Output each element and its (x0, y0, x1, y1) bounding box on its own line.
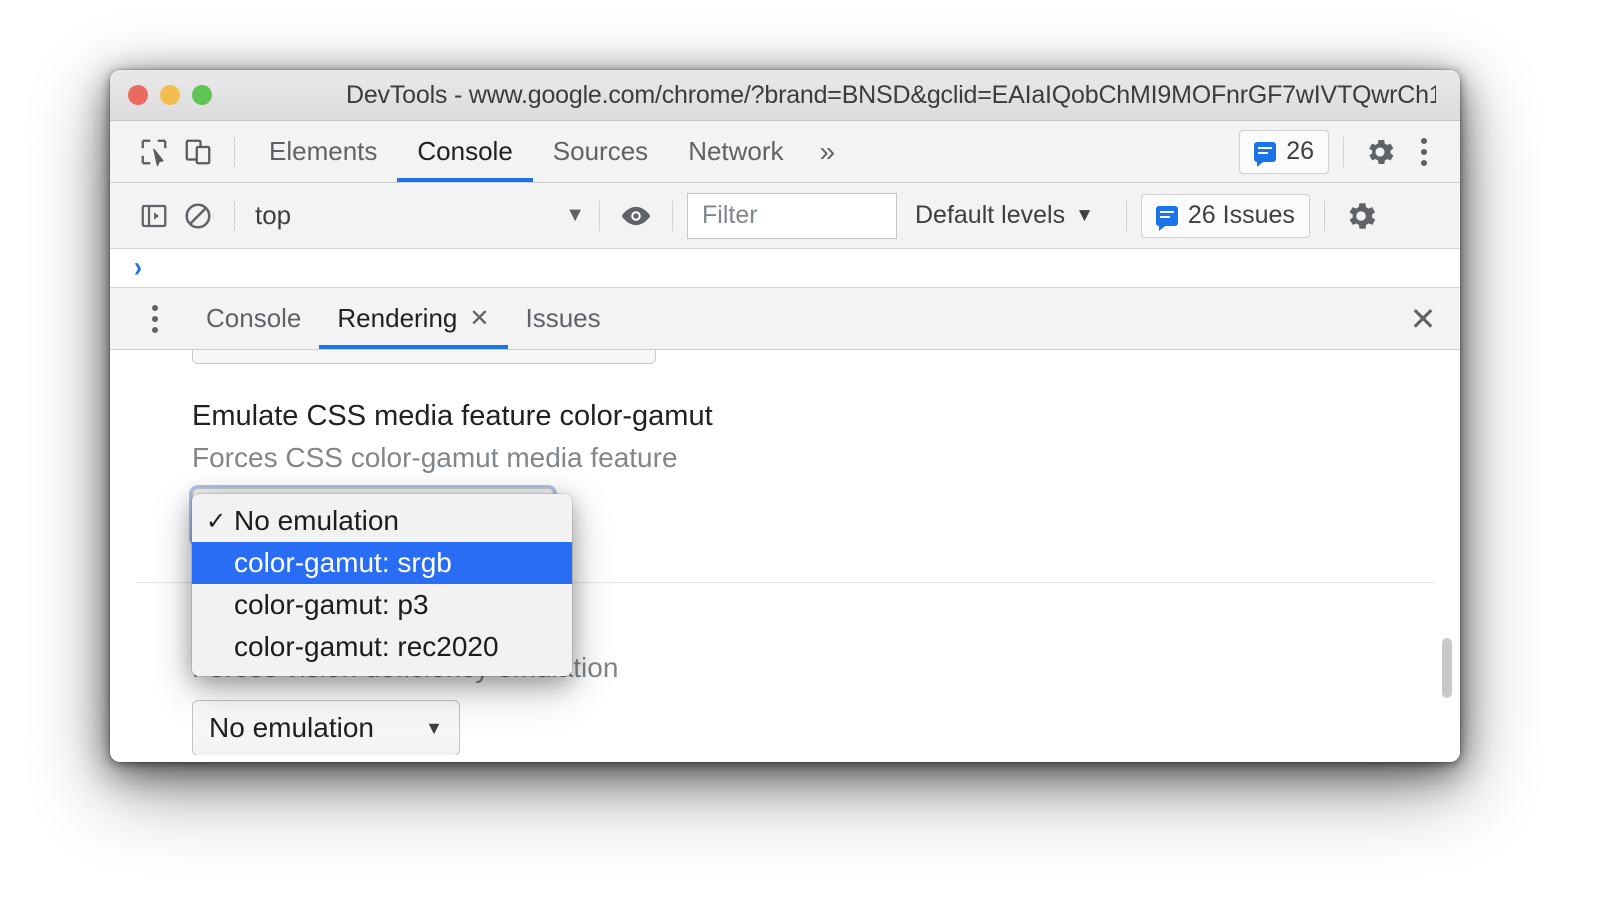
color-gamut-dropdown-menu[interactable]: ✓ No emulation color-gamut: srgb color-g… (192, 494, 572, 676)
drawer-tab-rendering-label: Rendering (337, 303, 458, 333)
tab-elements-label: Elements (269, 136, 378, 166)
tab-console[interactable]: Console (397, 121, 534, 182)
color-gamut-setting-subtitle: Forces CSS color-gamut media feature (192, 442, 678, 473)
execution-context-select[interactable]: top ▼ (249, 200, 585, 231)
dropdown-option-srgb[interactable]: color-gamut: srgb (192, 542, 572, 584)
panel-scrollbar-thumb[interactable] (1442, 638, 1452, 698)
log-levels-label: Default levels (915, 201, 1066, 229)
filterbar-divider-4 (1125, 200, 1127, 231)
issues-bubble-icon (1254, 141, 1277, 167)
execution-context-value: top (255, 200, 292, 230)
toolbar-divider-2 (1343, 136, 1344, 167)
dropdown-option-p3[interactable]: color-gamut: p3 (192, 584, 572, 626)
dropdown-option-label: color-gamut: srgb (234, 547, 452, 578)
device-toolbar-icon[interactable] (176, 130, 220, 174)
tab-elements[interactable]: Elements (249, 121, 397, 182)
traffic-light-buttons (128, 85, 212, 105)
tab-network[interactable]: Network (668, 121, 803, 182)
clear-console-icon[interactable] (176, 194, 220, 238)
issues-button[interactable]: 26 Issues (1140, 193, 1310, 238)
prompt-arrow-icon: › (134, 251, 142, 284)
issues-bubble-icon (1155, 205, 1178, 231)
console-prompt[interactable]: › (110, 249, 1460, 288)
filterbar-divider-3 (672, 200, 673, 231)
vision-deficiency-select-value: No emulation (209, 712, 374, 743)
more-tabs-label: » (819, 135, 836, 167)
check-icon: ✓ (206, 507, 227, 535)
dropdown-option-no-emulation[interactable]: ✓ No emulation (192, 500, 572, 542)
color-gamut-setting-title: Emulate CSS media feature color-gamut (192, 400, 713, 432)
issues-count-label: 26 (1286, 137, 1314, 165)
chevron-down-icon: ▼ (565, 204, 585, 226)
tab-sources-label: Sources (552, 136, 649, 166)
drawer-tab-issues-label: Issues (525, 303, 601, 333)
filter-placeholder: Filter (702, 201, 758, 229)
tab-console-label: Console (417, 136, 513, 166)
screenshot-root: DevTools - www.google.com/chrome/?brand=… (0, 0, 1598, 924)
tab-network-label: Network (688, 136, 784, 166)
panel-scrollbar[interactable] (1440, 350, 1456, 755)
console-sidebar-icon[interactable] (132, 194, 176, 238)
console-filter-toolbar: top ▼ Filter Default levels ▼ 26 Issues (110, 183, 1460, 249)
filter-input[interactable]: Filter (687, 192, 897, 239)
drawer-tab-rendering[interactable]: Rendering ✕ (319, 288, 508, 349)
console-settings-gear-icon[interactable] (1339, 194, 1383, 238)
dropdown-option-rec2020[interactable]: color-gamut: rec2020 (192, 626, 572, 668)
dropdown-option-label: color-gamut: p3 (234, 589, 429, 620)
chevron-down-icon: ▼ (1075, 204, 1094, 226)
gear-icon[interactable] (1358, 130, 1402, 174)
close-icon[interactable]: ✕ (469, 306, 489, 331)
log-levels-select[interactable]: Default levels ▼ (897, 201, 1112, 230)
devtools-main-toolbar: Elements Console Sources Network » 26 (110, 121, 1460, 183)
vision-deficiency-select[interactable]: No emulation ▼ (192, 700, 460, 755)
toolbar-divider (234, 136, 235, 167)
dropdown-option-label: No emulation (234, 505, 399, 536)
close-window-button[interactable] (128, 85, 148, 105)
window-title-bar: DevTools - www.google.com/chrome/?brand=… (110, 70, 1460, 121)
drawer-tab-issues[interactable]: Issues (508, 288, 619, 349)
drawer-tab-bar: Console Rendering ✕ Issues ✕ (110, 288, 1460, 350)
kebab-menu-icon[interactable] (1402, 130, 1446, 174)
dropdown-option-label: color-gamut: rec2020 (234, 631, 499, 662)
tab-sources[interactable]: Sources (533, 121, 668, 182)
filterbar-divider-2 (599, 200, 600, 231)
more-tabs-icon[interactable]: » (804, 136, 852, 168)
drawer-tab-console-label: Console (206, 303, 302, 333)
minimize-window-button[interactable] (160, 85, 180, 105)
window-title: DevTools - www.google.com/chrome/?brand=… (346, 80, 1436, 109)
drawer-tab-console[interactable]: Console (188, 288, 319, 349)
issues-counter-button[interactable]: 26 (1239, 129, 1329, 174)
drawer-kebab-menu-icon[interactable] (136, 297, 174, 341)
issues-button-label: 26 Issues (1187, 201, 1295, 229)
zoom-window-button[interactable] (192, 85, 212, 105)
live-expression-icon[interactable] (614, 194, 658, 238)
filterbar-divider-5 (1323, 200, 1325, 231)
filterbar-divider-1 (234, 200, 235, 231)
inspect-element-icon[interactable] (132, 130, 176, 174)
close-drawer-icon[interactable]: ✕ (1400, 296, 1446, 342)
scrolled-offscreen-select[interactable] (192, 350, 656, 364)
chevron-down-icon: ▼ (425, 717, 443, 738)
